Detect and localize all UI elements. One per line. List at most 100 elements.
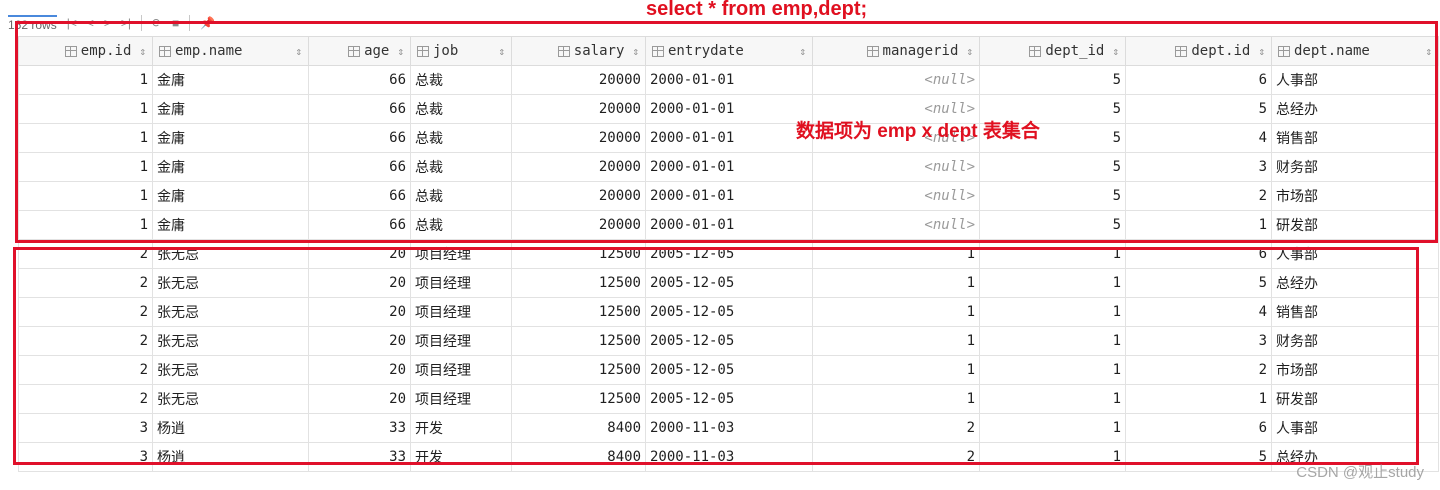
cell-dept-id-fk[interactable]: 1 <box>979 413 1126 443</box>
cell-age[interactable]: 20 <box>308 384 411 414</box>
cell-job[interactable]: 总裁 <box>410 210 512 240</box>
cell-dept-id[interactable]: 3 <box>1125 326 1272 356</box>
cell-age[interactable]: 33 <box>308 442 411 472</box>
cell-emp-name[interactable]: 金庸 <box>152 152 309 182</box>
cell-dept-id-fk[interactable]: 1 <box>979 268 1126 298</box>
cell-emp-id[interactable]: 2 <box>18 239 153 269</box>
cell-salary[interactable]: 12500 <box>511 268 646 298</box>
cell-job[interactable]: 总裁 <box>410 123 512 153</box>
cell-dept-name[interactable]: 销售部 <box>1271 123 1439 153</box>
column-header-salary[interactable]: salary ⇕ <box>511 36 646 66</box>
nav-last-icon[interactable]: >| <box>121 16 131 30</box>
cell-dept-id[interactable]: 2 <box>1125 181 1272 211</box>
cell-dept-id[interactable]: 2 <box>1125 355 1272 385</box>
cell-job[interactable]: 项目经理 <box>410 297 512 327</box>
cell-dept-name[interactable]: 研发部 <box>1271 384 1439 414</box>
table-row[interactable]: 1 金庸 66 总裁 20000 2000-01-01 <null> 5 2 市场部 <box>18 181 1439 211</box>
cell-emp-id[interactable]: 3 <box>18 442 153 472</box>
cell-entrydate[interactable]: 2000-01-01 <box>645 152 813 182</box>
cell-job[interactable]: 开发 <box>410 413 512 443</box>
cell-managerid[interactable]: 1 <box>812 268 980 298</box>
cell-job[interactable]: 项目经理 <box>410 355 512 385</box>
cell-dept-name[interactable]: 研发部 <box>1271 210 1439 240</box>
cell-emp-name[interactable]: 张无忌 <box>152 384 309 414</box>
cell-dept-id-fk[interactable]: 5 <box>979 210 1126 240</box>
cell-emp-id[interactable]: 2 <box>18 384 153 414</box>
cell-dept-id[interactable]: 5 <box>1125 94 1272 124</box>
column-header-dept-id[interactable]: dept.id ⇕ <box>1125 36 1272 66</box>
column-header-age[interactable]: age ⇕ <box>308 36 411 66</box>
cell-managerid[interactable]: 2 <box>812 413 980 443</box>
cell-entrydate[interactable]: 2005-12-05 <box>645 326 813 356</box>
cell-emp-name[interactable]: 张无忌 <box>152 268 309 298</box>
column-header-entrydate[interactable]: entrydate ⇕ <box>645 36 813 66</box>
cell-emp-id[interactable]: 2 <box>18 355 153 385</box>
cell-managerid[interactable]: <null> <box>812 210 980 240</box>
cell-dept-id-fk[interactable]: 1 <box>979 384 1126 414</box>
cell-dept-id-fk[interactable]: 1 <box>979 239 1126 269</box>
sort-icon[interactable]: ⇕ <box>498 45 505 58</box>
cell-managerid[interactable]: 2 <box>812 442 980 472</box>
cell-dept-id-fk[interactable]: 1 <box>979 326 1126 356</box>
cell-age[interactable]: 20 <box>308 326 411 356</box>
table-row[interactable]: 2 张无忌 20 项目经理 12500 2005-12-05 1 1 2 市场部 <box>18 355 1439 385</box>
cell-age[interactable]: 20 <box>308 268 411 298</box>
cell-entrydate[interactable]: 2000-01-01 <box>645 181 813 211</box>
cell-job[interactable]: 开发 <box>410 442 512 472</box>
sort-icon[interactable]: ⇕ <box>397 45 404 58</box>
table-row[interactable]: 1 金庸 66 总裁 20000 2000-01-01 <null> 5 1 研发部 <box>18 210 1439 240</box>
cell-emp-name[interactable]: 张无忌 <box>152 326 309 356</box>
cell-entrydate[interactable]: 2005-12-05 <box>645 268 813 298</box>
stop-icon[interactable]: ■ <box>172 16 179 30</box>
cell-dept-id-fk[interactable]: 1 <box>979 355 1126 385</box>
cell-dept-id[interactable]: 5 <box>1125 442 1272 472</box>
cell-dept-name[interactable]: 人事部 <box>1271 413 1439 443</box>
cell-dept-id[interactable]: 1 <box>1125 210 1272 240</box>
cell-emp-name[interactable]: 张无忌 <box>152 239 309 269</box>
cell-dept-name[interactable]: 销售部 <box>1271 297 1439 327</box>
cell-emp-name[interactable]: 金庸 <box>152 123 309 153</box>
cell-emp-id[interactable]: 2 <box>18 326 153 356</box>
cell-emp-name[interactable]: 张无忌 <box>152 355 309 385</box>
cell-managerid[interactable]: 1 <box>812 297 980 327</box>
cell-dept-id[interactable]: 3 <box>1125 152 1272 182</box>
cell-job[interactable]: 项目经理 <box>410 268 512 298</box>
column-header-managerid[interactable]: managerid ⇕ <box>812 36 980 66</box>
table-row[interactable]: 1 金庸 66 总裁 20000 2000-01-01 <null> 5 4 销售部 <box>18 123 1439 153</box>
cell-salary[interactable]: 20000 <box>511 210 646 240</box>
cell-managerid[interactable]: <null> <box>812 65 980 95</box>
cell-emp-id[interactable]: 2 <box>18 297 153 327</box>
cell-salary[interactable]: 8400 <box>511 413 646 443</box>
cell-dept-id-fk[interactable]: 5 <box>979 65 1126 95</box>
cell-entrydate[interactable]: 2000-11-03 <box>645 442 813 472</box>
nav-prev-icon[interactable]: < <box>87 16 94 30</box>
cell-entrydate[interactable]: 2000-01-01 <box>645 123 813 153</box>
sort-icon[interactable]: ⇕ <box>1258 45 1265 58</box>
column-header-emp-id[interactable]: emp.id ⇕ <box>18 36 153 66</box>
table-row[interactable]: 1 金庸 66 总裁 20000 2000-01-01 <null> 5 5 总经办 <box>18 94 1439 124</box>
cell-entrydate[interactable]: 2000-01-01 <box>645 65 813 95</box>
table-row[interactable]: 1 金庸 66 总裁 20000 2000-01-01 <null> 5 6 人事部 <box>18 65 1439 95</box>
cell-emp-id[interactable]: 1 <box>18 181 153 211</box>
table-row[interactable]: 3 杨逍 33 开发 8400 2000-11-03 2 1 6 人事部 <box>18 413 1439 443</box>
cell-dept-id[interactable]: 6 <box>1125 65 1272 95</box>
cell-job[interactable]: 总裁 <box>410 94 512 124</box>
cell-salary[interactable]: 20000 <box>511 94 646 124</box>
cell-dept-id[interactable]: 4 <box>1125 123 1272 153</box>
cell-job[interactable]: 项目经理 <box>410 384 512 414</box>
cell-salary[interactable]: 12500 <box>511 297 646 327</box>
cell-emp-name[interactable]: 金庸 <box>152 94 309 124</box>
cell-age[interactable]: 33 <box>308 413 411 443</box>
cell-job[interactable]: 总裁 <box>410 65 512 95</box>
cell-age[interactable]: 66 <box>308 65 411 95</box>
cell-entrydate[interactable]: 2005-12-05 <box>645 297 813 327</box>
cell-emp-id[interactable]: 2 <box>18 268 153 298</box>
cell-managerid[interactable]: 1 <box>812 384 980 414</box>
cell-salary[interactable]: 12500 <box>511 326 646 356</box>
cell-dept-name[interactable]: 总经办 <box>1271 268 1439 298</box>
table-row[interactable]: 1 金庸 66 总裁 20000 2000-01-01 <null> 5 3 财务部 <box>18 152 1439 182</box>
cell-salary[interactable]: 12500 <box>511 239 646 269</box>
cell-salary[interactable]: 20000 <box>511 152 646 182</box>
cell-dept-id[interactable]: 6 <box>1125 239 1272 269</box>
sort-icon[interactable]: ⇕ <box>799 45 806 58</box>
